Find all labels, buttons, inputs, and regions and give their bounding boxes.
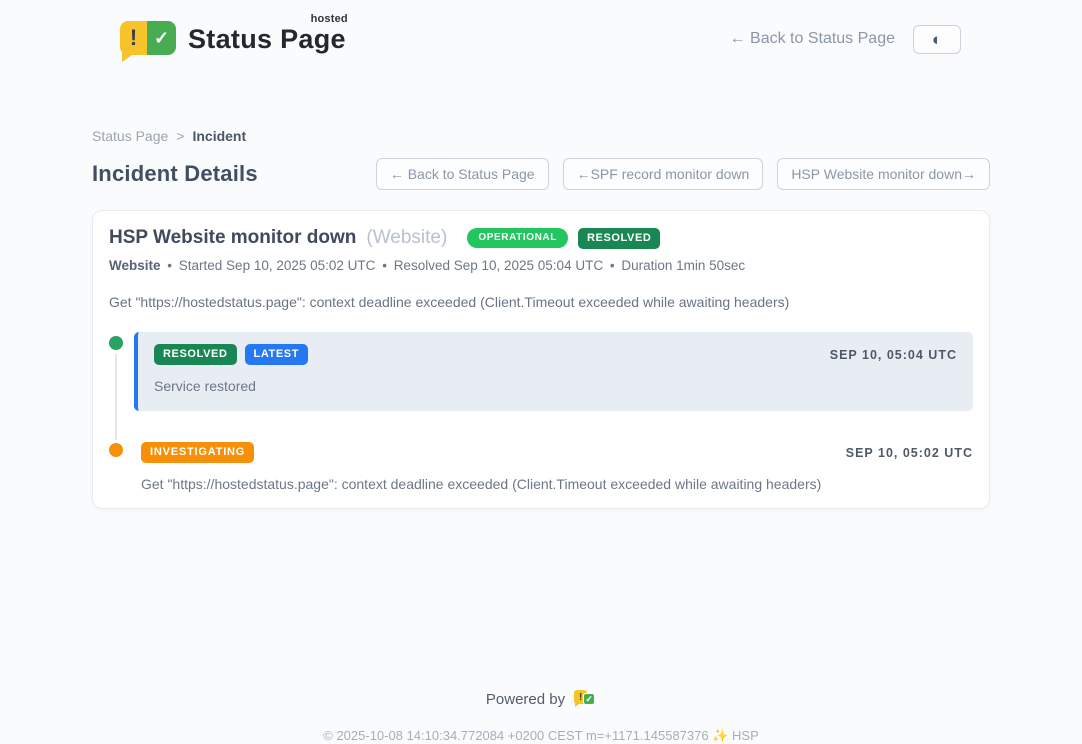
- breadcrumb-incident: Incident: [192, 128, 246, 144]
- timeline-update-box: RESOLVED LATEST SEP 10, 05:04 UTC Servic…: [134, 332, 973, 411]
- next-incident-button[interactable]: HSP Website monitor down→: [777, 158, 990, 190]
- investigating-badge: INVESTIGATING: [141, 442, 254, 463]
- meta-separator: •: [167, 258, 172, 273]
- logo-tail: [575, 703, 580, 707]
- latest-badge: LATEST: [245, 344, 309, 365]
- incident-card-header: HSP Website monitor down (Website) OPERA…: [109, 227, 973, 249]
- page-title: Incident Details: [92, 161, 258, 187]
- arrow-left-icon: ←: [390, 166, 404, 182]
- powered-by-text: Powered by: [486, 691, 565, 708]
- timeline-connector: [115, 354, 117, 450]
- main-content: Status Page > Incident Incident Details …: [92, 128, 990, 509]
- timeline-dot-resolved: [109, 336, 123, 350]
- timeline-dot-investigating: [109, 443, 123, 457]
- timeline-update-header: RESOLVED LATEST SEP 10, 05:04 UTC: [154, 344, 957, 365]
- half-circle-icon: ◐: [932, 31, 942, 48]
- copyright-text: © 2025-10-08 14:10:34.772084 +0200 CEST …: [0, 728, 1082, 744]
- breadcrumb-separator: >: [176, 128, 184, 144]
- brand-name: Status Page hosted: [188, 24, 346, 55]
- timeline-item: INVESTIGATING SEP 10, 05:02 UTC Get "htt…: [109, 442, 973, 492]
- resolved-badge: RESOLVED: [578, 228, 661, 249]
- meta-duration: Duration 1min 50sec: [621, 258, 745, 273]
- timeline-item: RESOLVED LATEST SEP 10, 05:04 UTC Servic…: [109, 332, 973, 411]
- exclaim-icon: !: [120, 21, 147, 55]
- check-icon: ✓: [583, 693, 595, 705]
- logo-tail: [122, 53, 135, 62]
- back-link-label: Back to Status Page: [750, 30, 895, 47]
- prev-button-label: SPF record monitor down: [591, 166, 750, 182]
- meta-resolved: Resolved Sep 10, 2025 05:04 UTC: [394, 258, 603, 273]
- page-footer: Powered by ! ✓ © 2025-10-08 14:10:34.772…: [0, 689, 1082, 744]
- meta-started: Started Sep 10, 2025 05:02 UTC: [179, 258, 376, 273]
- timeline-update-header: INVESTIGATING SEP 10, 05:02 UTC: [141, 442, 973, 463]
- service-name: Website: [109, 258, 161, 273]
- footer-logo-icon[interactable]: ! ✓: [574, 689, 596, 709]
- meta-separator: •: [382, 258, 387, 273]
- arrow-left-icon: ←: [577, 166, 591, 182]
- incident-title: HSP Website monitor down: [109, 227, 356, 249]
- hosted-superscript: hosted: [311, 13, 348, 25]
- timeline-timestamp: SEP 10, 05:04 UTC: [830, 348, 957, 362]
- incident-meta: Website • Started Sep 10, 2025 05:02 UTC…: [109, 258, 973, 273]
- breadcrumb-status-page[interactable]: Status Page: [92, 128, 168, 144]
- back-to-status-link[interactable]: ← Back to Status Page: [730, 30, 895, 48]
- timeline-update-plain: INVESTIGATING SEP 10, 05:02 UTC Get "htt…: [141, 442, 973, 492]
- incident-description: Get "https://hostedstatus.page": context…: [109, 294, 973, 310]
- incident-scope: (Website): [366, 227, 447, 249]
- resolved-badge: RESOLVED: [154, 344, 237, 365]
- meta-separator: •: [610, 258, 615, 273]
- brand-name-label: Status Page: [188, 24, 346, 54]
- timeline-badges: RESOLVED LATEST: [154, 344, 308, 365]
- incident-card: HSP Website monitor down (Website) OPERA…: [92, 210, 990, 509]
- prev-incident-button[interactable]: ←SPF record monitor down: [563, 158, 764, 190]
- timeline-message: Service restored: [154, 378, 957, 394]
- brand-logo[interactable]: ! ✓ Status Page hosted: [120, 17, 346, 61]
- arrow-left-icon: ←: [730, 30, 746, 47]
- header-right: ← Back to Status Page ◐: [730, 25, 961, 54]
- arrow-right-icon: →: [962, 166, 976, 182]
- app-header: ! ✓ Status Page hosted ← Back to Status …: [0, 0, 1082, 76]
- incident-nav-buttons: ← Back to Status Page ←SPF record monito…: [376, 158, 990, 190]
- back-to-status-button[interactable]: ← Back to Status Page: [376, 158, 549, 190]
- check-icon: ✓: [147, 21, 176, 55]
- operational-badge: OPERATIONAL: [467, 228, 568, 248]
- theme-toggle-button[interactable]: ◐: [913, 25, 961, 54]
- title-row: Incident Details ← Back to Status Page ←…: [92, 158, 990, 190]
- breadcrumb: Status Page > Incident: [92, 128, 990, 144]
- incident-timeline: RESOLVED LATEST SEP 10, 05:04 UTC Servic…: [109, 332, 973, 492]
- timeline-timestamp: SEP 10, 05:02 UTC: [846, 446, 973, 460]
- back-button-label: Back to Status Page: [408, 166, 535, 182]
- next-button-label: HSP Website monitor down: [791, 166, 962, 182]
- powered-by-row: Powered by ! ✓: [0, 689, 1082, 709]
- timeline-message: Get "https://hostedstatus.page": context…: [141, 476, 973, 492]
- brand-logo-icon: ! ✓: [120, 17, 176, 61]
